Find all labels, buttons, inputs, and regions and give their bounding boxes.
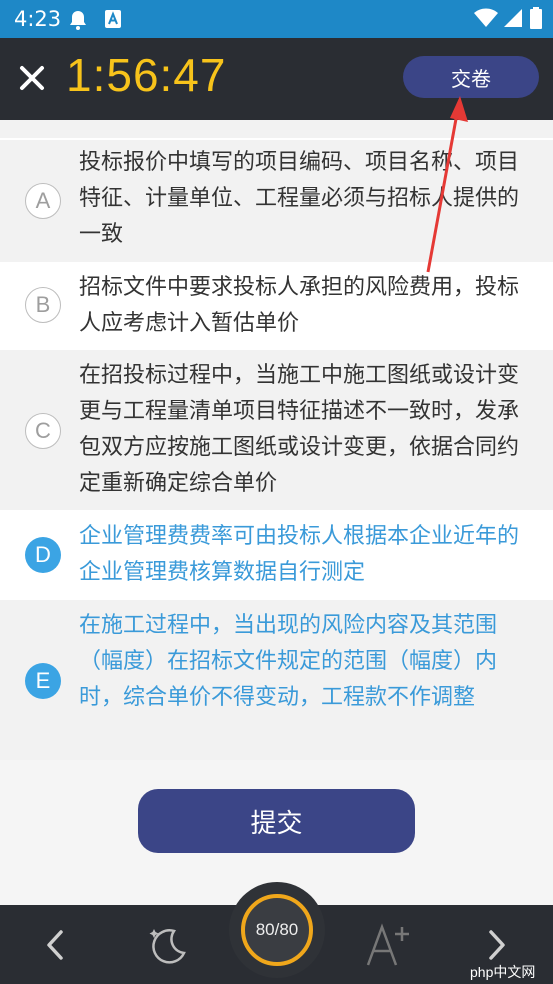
watermark: php中文网 bbox=[470, 964, 536, 980]
countdown-timer: 1:56:47 bbox=[66, 49, 227, 101]
option-c-badge: C bbox=[25, 413, 61, 449]
close-icon[interactable] bbox=[16, 62, 48, 94]
option-b-text: 招标文件中要求投标人承担的风险费用，投标人应考虑计入暂估单价 bbox=[79, 275, 520, 336]
option-b-badge: B bbox=[25, 287, 61, 323]
submit-paper-button[interactable]: 交卷 bbox=[403, 56, 539, 98]
exam-header: 1:56:47 交卷 bbox=[0, 38, 553, 120]
status-bar: 4:23 bbox=[0, 0, 553, 38]
font-size-icon[interactable] bbox=[364, 921, 412, 973]
submit-button[interactable]: 提交 bbox=[138, 789, 415, 853]
option-a-text: 投标报价中填写的项目编码、项目名称、项目特征、计量单位、工程量必须与招标人提供的… bbox=[79, 150, 520, 247]
progress-counter: 80/80 bbox=[241, 894, 313, 966]
notification-a-icon bbox=[104, 9, 122, 33]
option-d[interactable]: D 企业管理费费率可由投标人根据本企业近年的企业管理费核算数据自行测定 bbox=[0, 510, 553, 600]
status-time: 4:23 bbox=[14, 7, 62, 31]
option-divider bbox=[0, 120, 553, 138]
option-a[interactable]: A 投标报价中填写的项目编码、项目名称、项目特征、计量单位、工程量必须与招标人提… bbox=[0, 140, 553, 262]
option-e-badge: E bbox=[25, 663, 61, 699]
option-a-badge: A bbox=[25, 183, 61, 219]
option-c-text: 在招投标过程中，当施工中施工图纸或设计变更与工程量清单项目特征描述不一致时，发承… bbox=[79, 363, 520, 496]
wifi-icon bbox=[474, 8, 498, 32]
option-d-badge: D bbox=[25, 537, 61, 573]
option-c[interactable]: C 在招投标过程中，当施工中施工图纸或设计变更与工程量清单项目特征描述不一致时，… bbox=[0, 350, 553, 510]
option-b[interactable]: B 招标文件中要求投标人承担的风险费用，投标人应考虑计入暂估单价 bbox=[0, 262, 553, 350]
signal-icon bbox=[503, 8, 523, 32]
option-e[interactable]: E 在施工过程中，当出现的风险内容及其范围（幅度）在招标文件规定的范围（幅度）内… bbox=[0, 600, 553, 760]
battery-icon bbox=[530, 7, 542, 33]
bell-icon bbox=[68, 9, 88, 35]
chevron-right-icon[interactable] bbox=[486, 929, 508, 965]
answer-card-button[interactable]: 80/80 bbox=[229, 882, 325, 978]
night-mode-icon[interactable] bbox=[144, 923, 188, 971]
chevron-left-icon[interactable] bbox=[44, 929, 66, 965]
option-e-text: 在施工过程中，当出现的风险内容及其范围（幅度）在招标文件规定的范围（幅度）内时，… bbox=[79, 613, 498, 710]
option-d-text: 企业管理费费率可由投标人根据本企业近年的企业管理费核算数据自行测定 bbox=[79, 524, 520, 585]
